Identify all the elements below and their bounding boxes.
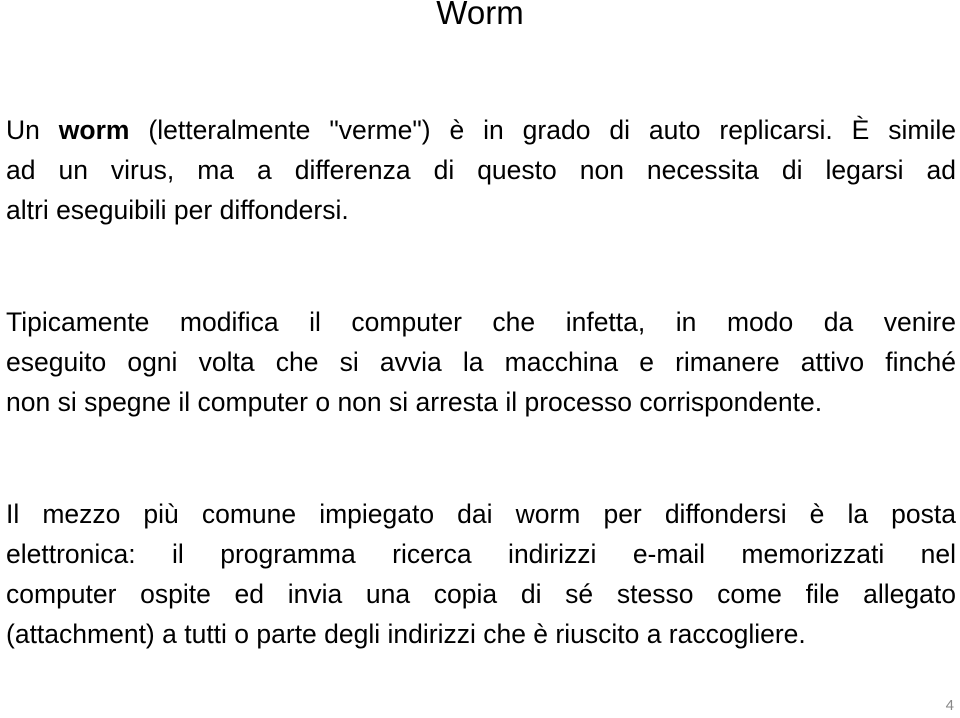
bold-term: worm <box>58 115 130 145</box>
text-line: ad un virus, ma a differenza di questo n… <box>6 155 956 185</box>
text-span: (letteralmente "verme") è in grado di au… <box>129 115 956 145</box>
text-line: elettronica: il programma ricerca indiri… <box>6 539 956 569</box>
text-line: Il mezzo più comune impiegato dai worm p… <box>6 499 956 529</box>
text-line: altri eseguibili per diffondersi. <box>6 195 349 225</box>
text-line: computer ospite ed invia una copia di sé… <box>6 579 956 609</box>
text-line: non si spegne il computer o non si arres… <box>6 387 823 417</box>
text-line: eseguito ogni volta che si avvia la macc… <box>6 347 956 377</box>
paragraph-definition: Un worm (letteralmente "verme") è in gra… <box>6 110 956 230</box>
slide-title: Worm <box>436 0 524 31</box>
text-span: Un <box>6 115 59 145</box>
paragraph-behavior: Tipicamente modifica il computer che inf… <box>6 302 956 422</box>
paragraph-propagation: Il mezzo più comune impiegato dai worm p… <box>6 494 956 654</box>
text-line: Un worm (letteralmente "verme") è in gra… <box>6 110 956 150</box>
text-line: Tipicamente modifica il computer che inf… <box>6 307 956 337</box>
page-number: 4 <box>945 697 954 714</box>
text-line: (attachment) a tutti o parte degli indir… <box>6 619 806 649</box>
